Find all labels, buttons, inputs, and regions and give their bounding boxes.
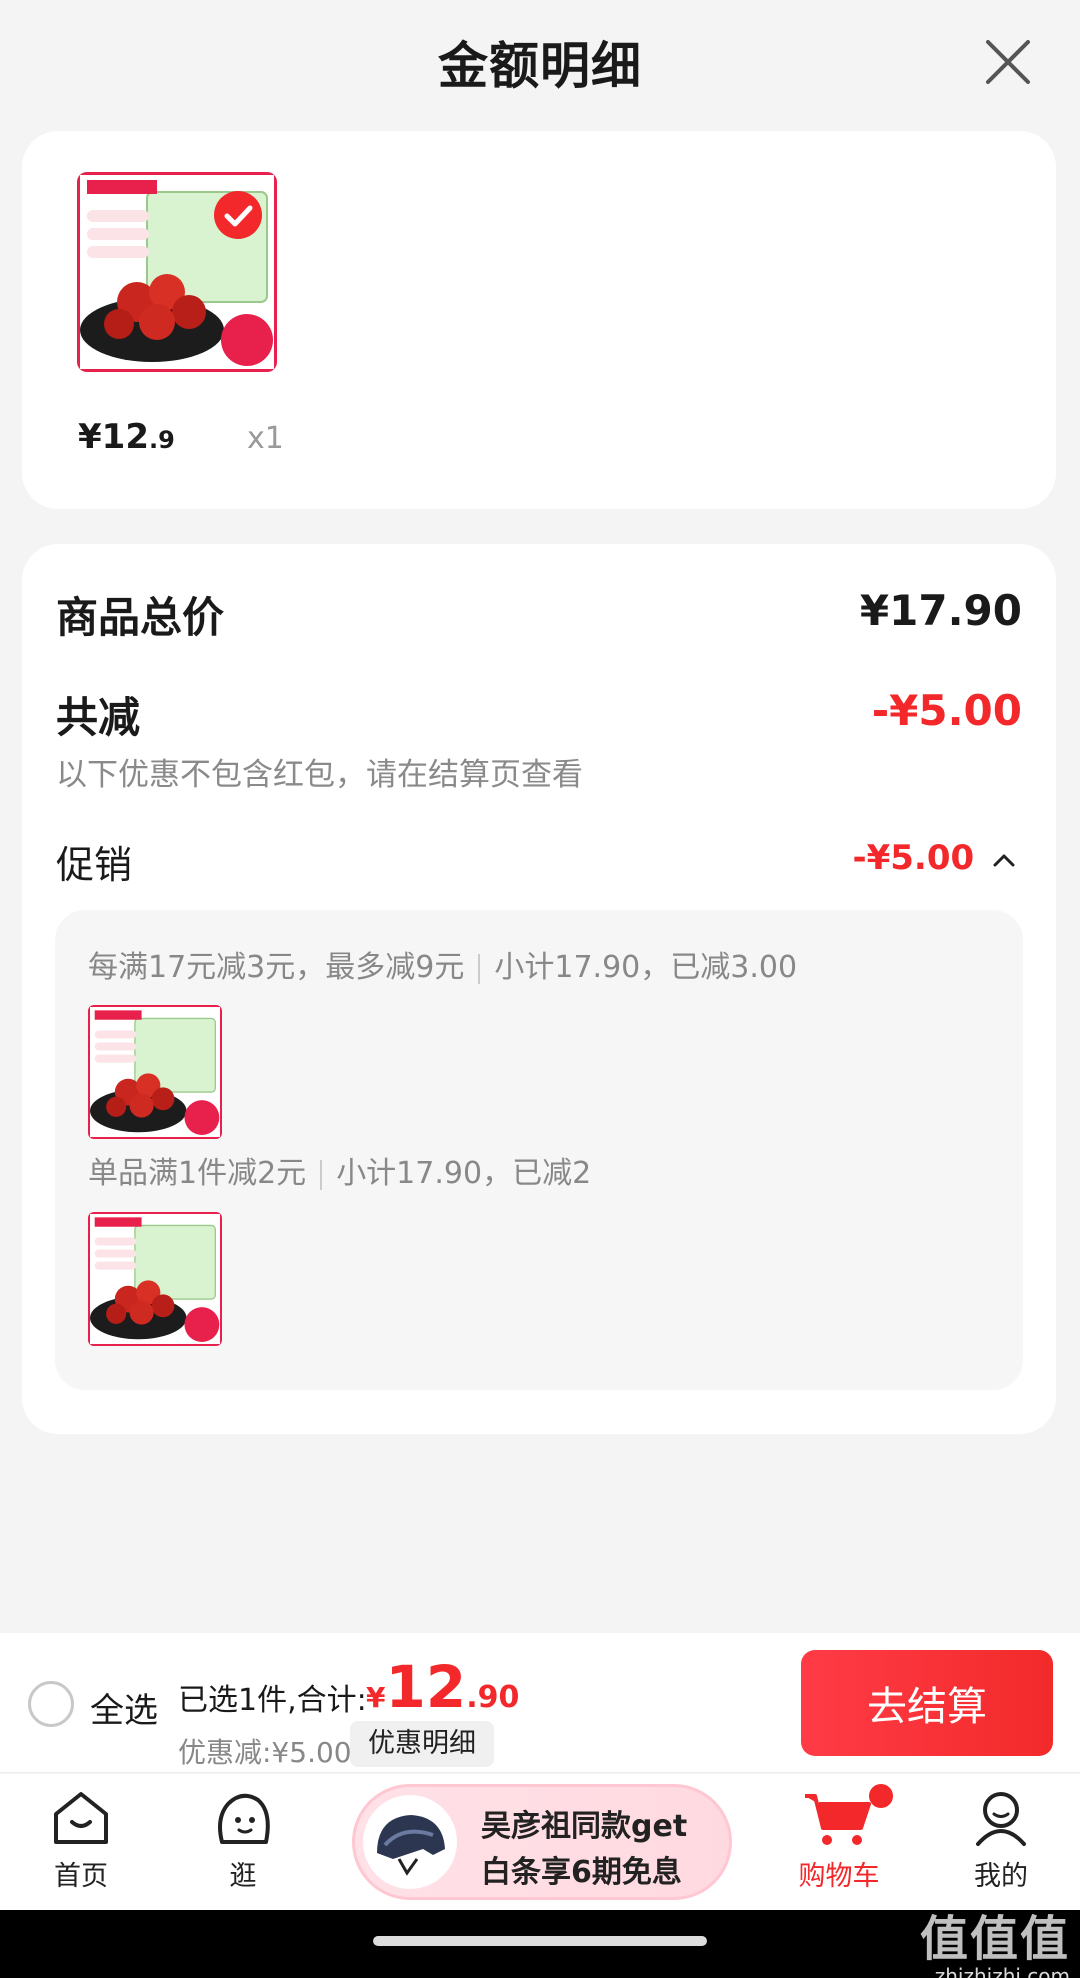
nav-cart-label: 购物车 (798, 1861, 880, 1892)
discount-label: 共减 (56, 693, 141, 742)
home-icon (54, 1792, 108, 1844)
watermark-logo: 值值值 (919, 1911, 1070, 1967)
total-price-label: 商品总价 (56, 593, 225, 642)
banner-image (363, 1795, 457, 1889)
total-dec: .90 (466, 1680, 520, 1715)
price-int: ¥12 (78, 417, 149, 457)
nav-cart[interactable]: 购物车 (784, 1784, 894, 1893)
discount-amount: -¥5.00 (871, 686, 1022, 735)
banner-line1: 吴彦祖同款get (481, 1809, 688, 1844)
nav-browse[interactable]: 逛 (188, 1788, 298, 1893)
nav-me[interactable]: 我的 (946, 1788, 1056, 1893)
promo-product-thumbnail[interactable] (88, 1005, 222, 1139)
checkout-button[interactable]: 去结算 (801, 1650, 1053, 1756)
sheet-header: 金额明细 (0, 0, 1080, 124)
bottom-nav: 首页 逛 吴彦祖同款get 白条享6期免息 购物车 我的 (0, 1774, 1080, 1910)
discount-summary: 优惠减:¥5.00 (178, 1736, 352, 1769)
cart-icon (805, 1794, 871, 1845)
browse-icon (218, 1793, 270, 1844)
user-icon (976, 1792, 1026, 1846)
product-image (88, 1212, 222, 1346)
promo-banner[interactable]: 吴彦祖同款get 白条享6期免息 (352, 1784, 732, 1900)
banner-line2: 白条享6期免息 (481, 1855, 682, 1890)
home-indicator[interactable] (373, 1936, 707, 1946)
discount-detail-button[interactable]: 优惠明细 (350, 1721, 494, 1767)
promo-rule-text: 每满17元减3元，最多减9元 (88, 950, 465, 985)
total-price-amount: ¥17.90 (859, 586, 1022, 635)
watermark: 值值值 zhizhizhi.com (920, 1914, 1070, 1978)
promo-subtotal-text: 小计17.90，已减2 (336, 1156, 592, 1191)
nav-me-label: 我的 (974, 1861, 1028, 1892)
divider (320, 1159, 323, 1190)
nav-browse-label: 逛 (229, 1861, 257, 1892)
promo-rule-2: 单品满1件减2元 小计17.90，已减2 (88, 1148, 591, 1192)
total-int: 12 (385, 1653, 467, 1721)
promo-label: 促销 (56, 843, 133, 887)
product-quantity: x1 (247, 421, 284, 456)
promo-rule-1: 每满17元减3元，最多减9元 小计17.90，已减3.00 (88, 942, 797, 986)
promo-detail-box: 每满17元减3元，最多减9元 小计17.90，已减3.00 单品满1件减2元 小… (55, 910, 1023, 1390)
selected-count-text: 已选1件,合计: (178, 1683, 367, 1718)
checkout-bar: 全选 已选1件,合计: ¥12.90 优惠减:¥5.00 优惠明细 去结算 (0, 1633, 1080, 1773)
currency-symbol: ¥ (366, 1681, 386, 1714)
summary-card: 商品总价 ¥17.90 共减 -¥5.00 以下优惠不包含红包，请在结算页查看 … (22, 544, 1056, 1434)
promo-amount: -¥5.00 (852, 838, 975, 878)
chevron-up-icon (993, 854, 1015, 866)
product-image (88, 1005, 222, 1139)
page-title: 金额明细 (438, 37, 642, 95)
promo-product-thumbnail[interactable] (88, 1212, 222, 1346)
product-price: ¥12.9 (78, 417, 175, 457)
system-bar: 值值值 zhizhizhi.com (0, 1910, 1080, 1978)
divider (478, 953, 481, 984)
select-all-radio[interactable] (28, 1681, 74, 1727)
promo-toggle[interactable]: -¥5.00 (853, 838, 1017, 878)
promo-subtotal-text: 小计17.90，已减3.00 (494, 950, 798, 985)
helmet-icon (377, 1815, 445, 1876)
discount-note: 以下优惠不包含红包，请在结算页查看 (56, 757, 583, 793)
watermark-url: zhizhizhi.com (934, 1964, 1070, 1978)
promo-rule-text: 单品满1件减2元 (88, 1156, 307, 1191)
checkout-total: ¥12.90 (366, 1653, 519, 1721)
price-dec: .9 (148, 426, 175, 454)
close-icon (986, 40, 1030, 84)
cart-badge (869, 1784, 893, 1808)
nav-home[interactable]: 首页 (26, 1788, 136, 1893)
close-button[interactable] (982, 36, 1034, 88)
product-card: ¥12.9 x1 (22, 131, 1056, 509)
nav-home-label: 首页 (54, 1861, 108, 1892)
select-all-label[interactable]: 全选 (90, 1683, 158, 1732)
check-icon (214, 191, 262, 239)
